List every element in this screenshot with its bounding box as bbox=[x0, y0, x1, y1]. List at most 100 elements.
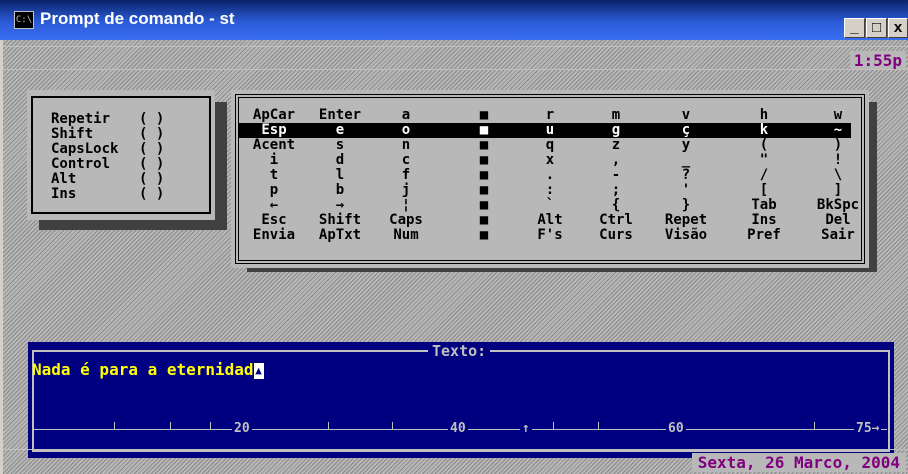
key[interactable]: ? bbox=[651, 168, 721, 183]
modifier-alt[interactable]: Alt ( ) bbox=[51, 172, 201, 187]
key[interactable]: ç bbox=[651, 123, 721, 138]
key[interactable]: Repet bbox=[651, 213, 721, 228]
modifier-label: Alt bbox=[51, 171, 77, 187]
key[interactable]: ■ bbox=[449, 123, 519, 138]
key[interactable]: Ins bbox=[729, 213, 799, 228]
key[interactable]: " bbox=[729, 153, 799, 168]
key[interactable]: ' bbox=[651, 183, 721, 198]
modifier-repetir[interactable]: Repetir ( ) bbox=[51, 112, 201, 127]
close-button[interactable]: x bbox=[888, 18, 908, 38]
key[interactable]: ` bbox=[515, 198, 585, 213]
key[interactable]: [ bbox=[729, 183, 799, 198]
key[interactable]: b bbox=[305, 183, 375, 198]
key[interactable]: w bbox=[803, 108, 873, 123]
text-editor[interactable]: Texto: Nada é para a eternidad ▲ 20 40 ↑ … bbox=[28, 342, 894, 458]
key[interactable]: e bbox=[305, 123, 375, 138]
key[interactable]: Curs bbox=[581, 228, 651, 243]
key[interactable]: F's bbox=[515, 228, 585, 243]
key[interactable]: f bbox=[371, 168, 441, 183]
key[interactable]: ■ bbox=[449, 138, 519, 153]
key[interactable]: Esc bbox=[239, 213, 309, 228]
key[interactable]: Alt bbox=[515, 213, 585, 228]
key[interactable]: ) bbox=[803, 138, 873, 153]
key[interactable]: g bbox=[581, 123, 651, 138]
key[interactable]: ; bbox=[581, 183, 651, 198]
modifier-shift[interactable]: Shift ( ) bbox=[51, 127, 201, 142]
key[interactable]: h bbox=[729, 108, 799, 123]
key[interactable]: y bbox=[651, 138, 721, 153]
key[interactable]: { bbox=[581, 198, 651, 213]
key[interactable]: Esp bbox=[239, 123, 309, 138]
key[interactable]: c bbox=[371, 153, 441, 168]
key[interactable]: l bbox=[305, 168, 375, 183]
modifier-panel: Repetir( ) Shift( ) CapsLock( ) Control( ) A… bbox=[27, 90, 215, 220]
key[interactable]: s bbox=[305, 138, 375, 153]
key[interactable]: n bbox=[371, 138, 441, 153]
editor-text[interactable]: Nada é para a eternidad ▲ bbox=[32, 360, 264, 379]
key[interactable]: ■ bbox=[449, 168, 519, 183]
key[interactable]: ~ bbox=[803, 123, 873, 138]
key[interactable]: / bbox=[729, 168, 799, 183]
key[interactable]: BkSpc bbox=[803, 198, 873, 213]
key[interactable]: m bbox=[581, 108, 651, 123]
key[interactable]: Acent bbox=[239, 138, 309, 153]
key[interactable]: Del bbox=[803, 213, 873, 228]
key[interactable]: ■ bbox=[449, 198, 519, 213]
key[interactable]: k bbox=[729, 123, 799, 138]
key[interactable]: ] bbox=[803, 183, 873, 198]
key[interactable]: ApCar bbox=[239, 108, 309, 123]
key[interactable]: t bbox=[239, 168, 309, 183]
key[interactable]: ■ bbox=[449, 183, 519, 198]
key[interactable]: ■ bbox=[449, 228, 519, 243]
maximize-button[interactable]: □ bbox=[866, 18, 887, 38]
key[interactable]: a bbox=[371, 108, 441, 123]
key[interactable]: Sair bbox=[803, 228, 873, 243]
key[interactable]: ¦ bbox=[371, 198, 441, 213]
key[interactable]: Enter bbox=[305, 108, 375, 123]
key[interactable]: ( bbox=[729, 138, 799, 153]
key[interactable]: . bbox=[515, 168, 585, 183]
key[interactable]: i bbox=[239, 153, 309, 168]
key[interactable]: d bbox=[305, 153, 375, 168]
key[interactable]: Shift bbox=[305, 213, 375, 228]
console-area[interactable]: 1:55p Repetir( ) Shift( ) CapsLock( ) Contr… bbox=[3, 40, 908, 474]
key[interactable]: : bbox=[515, 183, 585, 198]
key[interactable]: _ bbox=[651, 153, 721, 168]
key[interactable]: Num bbox=[371, 228, 441, 243]
modifier-ins[interactable]: Ins ( ) bbox=[51, 187, 201, 202]
key[interactable]: Envia bbox=[239, 228, 309, 243]
key[interactable]: x bbox=[515, 153, 585, 168]
key[interactable]: u bbox=[515, 123, 585, 138]
keyboard-row: ← → ¦ ■ `{} Tab BkSpc bbox=[231, 198, 861, 213]
key[interactable]: ! bbox=[803, 153, 873, 168]
key[interactable]: v bbox=[651, 108, 721, 123]
key[interactable]: o bbox=[371, 123, 441, 138]
key[interactable]: - bbox=[581, 168, 651, 183]
key[interactable]: p bbox=[239, 183, 309, 198]
key[interactable]: } bbox=[651, 198, 721, 213]
key[interactable]: → bbox=[305, 198, 375, 213]
key[interactable]: Tab bbox=[729, 198, 799, 213]
key[interactable]: q bbox=[515, 138, 585, 153]
key[interactable]: z bbox=[581, 138, 651, 153]
key[interactable]: Caps bbox=[371, 213, 441, 228]
key[interactable]: , bbox=[581, 153, 651, 168]
key[interactable]: r bbox=[515, 108, 585, 123]
key[interactable]: j bbox=[371, 183, 441, 198]
ruler-mark-60: 60 bbox=[666, 421, 686, 436]
key[interactable]: Ctrl bbox=[581, 213, 651, 228]
key[interactable]: ← bbox=[239, 198, 309, 213]
minimize-button[interactable]: _ bbox=[844, 18, 865, 38]
ruler-mark-75: 75→ bbox=[854, 421, 882, 436]
key[interactable]: Visão bbox=[651, 228, 721, 243]
key[interactable]: ■ bbox=[449, 108, 519, 123]
keyboard-row: i d c ■ x, _ "! bbox=[231, 153, 861, 168]
modifier-capslock[interactable]: CapsLock ( ) bbox=[51, 142, 201, 157]
key[interactable]: ApTxt bbox=[305, 228, 375, 243]
key[interactable]: \ bbox=[803, 168, 873, 183]
key[interactable]: ■ bbox=[449, 213, 519, 228]
key[interactable]: ■ bbox=[449, 153, 519, 168]
modifier-control[interactable]: Control ( ) bbox=[51, 157, 201, 172]
title-bar[interactable]: C:\ Prompt de comando - st _ □ x bbox=[0, 0, 908, 40]
key[interactable]: Pref bbox=[729, 228, 799, 243]
